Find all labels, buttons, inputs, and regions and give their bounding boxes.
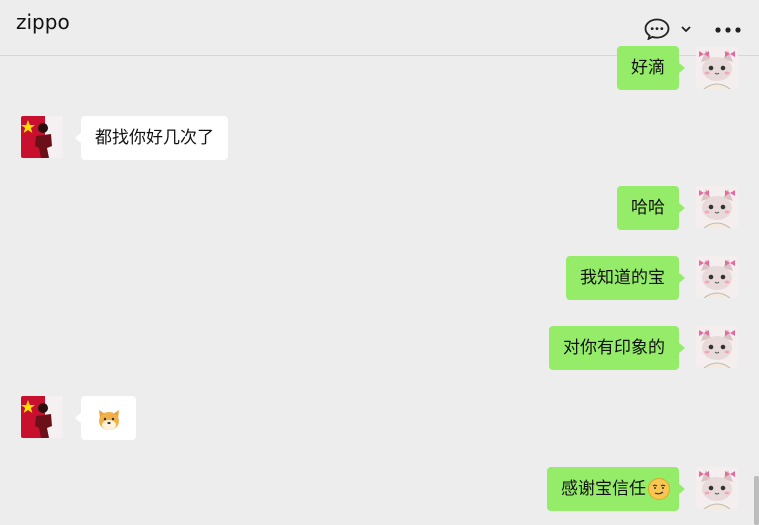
message-row-4: 我知道的宝 xyxy=(0,256,759,302)
my-avatar[interactable] xyxy=(696,326,738,368)
dog-face-emoji xyxy=(99,410,119,430)
my-message-bubble[interactable]: 对你有印象的 xyxy=(549,326,685,370)
my-message-bubble[interactable]: 我知道的宝 xyxy=(566,256,685,300)
contact-avatar[interactable] xyxy=(21,396,63,438)
my-avatar[interactable] xyxy=(696,467,738,509)
message-row-2: 都找你好几次了 xyxy=(0,116,759,162)
more-dots-icon[interactable] xyxy=(715,27,741,33)
chevron-down-icon[interactable] xyxy=(680,24,692,34)
my-avatar[interactable] xyxy=(696,47,738,89)
message-row-7: 感谢宝信任 xyxy=(0,467,759,513)
chat-title: zippo xyxy=(16,10,70,34)
message-row-3: 哈哈 xyxy=(0,186,759,232)
my-message-bubble[interactable]: 哈哈 xyxy=(617,186,685,230)
contact-message-bubble[interactable]: 都找你好几次了 xyxy=(75,116,228,160)
my-message-bubble[interactable]: 感谢宝信任 xyxy=(547,467,685,511)
my-avatar[interactable] xyxy=(696,256,738,298)
my-message-bubble[interactable]: 好滴 xyxy=(617,46,685,90)
message-row-5: 对你有印象的 xyxy=(0,326,759,372)
message-row-1: 好滴 xyxy=(0,46,759,92)
scrollbar[interactable] xyxy=(754,476,759,525)
contact-emoji-bubble[interactable] xyxy=(75,396,136,440)
speech-bubble-icon[interactable] xyxy=(644,18,670,40)
contact-avatar[interactable] xyxy=(21,116,63,158)
my-avatar[interactable] xyxy=(696,186,738,228)
message-row-6 xyxy=(0,396,759,442)
smirk-emoji xyxy=(648,478,670,500)
